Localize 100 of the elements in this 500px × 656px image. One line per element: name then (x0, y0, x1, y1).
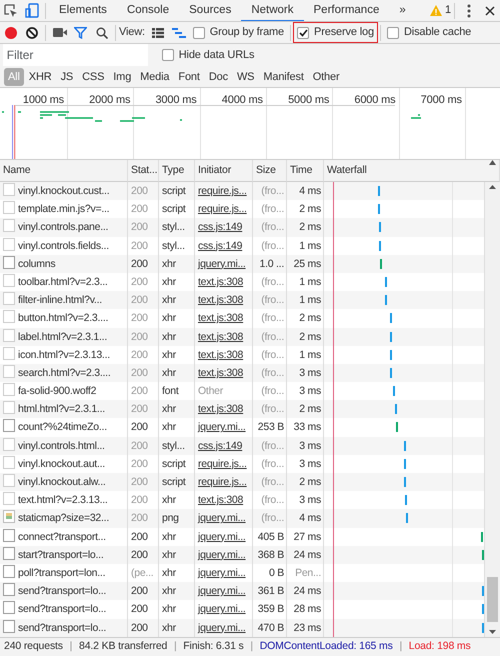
time-tick: 3000 ms (155, 93, 197, 108)
initiator-link[interactable]: jquery.mi... (198, 530, 246, 543)
type-filter[interactable]: Font (174, 68, 204, 86)
checkbox-option[interactable]: Hide data URLs (158, 46, 258, 64)
table-cell: xhr (159, 546, 195, 564)
type-filter[interactable]: Img (109, 68, 136, 86)
view-label: View: (119, 25, 145, 40)
table-cell: (fro... (253, 364, 287, 382)
table-cell: 1 ms (287, 291, 324, 310)
table-cell: (fro... (253, 473, 287, 492)
table-cell: 200 (128, 582, 159, 600)
table-cell: 200 (128, 182, 159, 200)
type-filter[interactable]: XHR (24, 68, 56, 86)
search-icon[interactable] (96, 26, 108, 38)
list-view-icon[interactable] (152, 28, 164, 38)
clear-icon[interactable] (26, 26, 38, 38)
table-cell: 3 ms (287, 436, 324, 455)
initiator-link[interactable]: jquery.mi... (198, 421, 246, 434)
initiator-link[interactable]: require.js... (198, 458, 247, 470)
inspect-icon[interactable] (4, 4, 18, 18)
panel-tab[interactable]: Elements (49, 0, 117, 21)
sort-ascending-icon[interactable] (489, 160, 496, 165)
column-header[interactable]: Initiator (195, 160, 253, 182)
table-cell: xhr (159, 618, 195, 637)
table-cell: 2 ms (287, 328, 324, 346)
column-header[interactable]: Type (159, 160, 195, 182)
initiator-link[interactable]: jquery.mi... (198, 603, 246, 616)
initiator-link[interactable]: require.js... (198, 203, 247, 216)
file-name[interactable]: count?%24timeZo... (18, 421, 107, 434)
separator: | (70, 638, 72, 654)
separator: | (250, 638, 253, 654)
table-cell: 200 (128, 436, 159, 455)
table-cell: 24 ms (287, 546, 324, 564)
table-cell: 200 (128, 218, 159, 237)
video-camera-icon[interactable] (52, 28, 66, 37)
panel-tab[interactable]: Sources (179, 0, 242, 21)
file-name[interactable]: button.html?v=2.3.... (18, 312, 108, 324)
table-cell: xhr (159, 291, 195, 310)
type-filter[interactable]: Other (308, 68, 344, 86)
time-tick: 2000 ms (89, 93, 130, 108)
status-text: DOMContentLoaded: 165 ms (260, 638, 393, 654)
record-icon[interactable] (4, 26, 16, 38)
column-header[interactable]: Name (0, 160, 128, 182)
time-tick: 1000 ms (22, 93, 64, 108)
file-name[interactable]: send?transport=lo... (18, 603, 106, 616)
table-cell: 25 ms (287, 254, 324, 273)
table-cell: (fro... (253, 182, 287, 200)
type-filter[interactable]: Media (136, 68, 174, 86)
panel-tab[interactable]: Console (116, 0, 180, 21)
initiator-link[interactable]: jquery.mi... (198, 566, 246, 579)
table-cell: xhr (159, 400, 195, 418)
table-cell: 200 (128, 328, 159, 346)
filter-field[interactable]: Filter (2, 44, 148, 66)
checkbox-option[interactable]: Group by frame (190, 23, 288, 42)
table-cell: 200 (128, 364, 159, 382)
initiator-link[interactable]: text.js:308 (198, 494, 244, 506)
table-cell: (fro... (253, 328, 287, 346)
device-toolbar-icon[interactable] (24, 3, 38, 18)
file-name[interactable]: vinyl.knockout.aut... (18, 458, 105, 470)
table-cell: 361 B (253, 582, 287, 600)
table-cell: (fro... (253, 218, 287, 237)
filter-icon[interactable] (74, 26, 87, 38)
file-name[interactable]: fa-solid-900.woff2 (18, 385, 96, 398)
table-cell: 368 B (253, 546, 287, 564)
table-cell: Other (198, 385, 224, 398)
column-header[interactable]: Time (287, 160, 324, 182)
file-name[interactable]: connect?transport... (18, 530, 106, 543)
more-tabs-button[interactable]: » (389, 0, 416, 21)
initiator-link[interactable]: css.js:149 (198, 240, 242, 252)
table-cell: 23 ms (287, 618, 324, 637)
file-name[interactable]: text.html?v=2.3.13... (18, 494, 108, 506)
type-filter[interactable]: CSS (78, 68, 108, 86)
close-icon[interactable] (484, 6, 494, 16)
panel-tab[interactable]: Performance (304, 0, 390, 21)
more-menu-icon[interactable] (466, 4, 470, 18)
file-name[interactable]: columns (18, 258, 56, 270)
initiator-link[interactable]: text.js:308 (198, 348, 244, 361)
waterfall-view-icon[interactable] (172, 28, 186, 38)
table-cell: 2 ms (287, 218, 324, 237)
column-header[interactable]: Size (253, 160, 287, 182)
checkmark-icon[interactable] (298, 28, 308, 36)
type-filter[interactable]: Doc (204, 68, 232, 86)
file-name[interactable]: template.min.js?v=... (18, 203, 110, 216)
file-name[interactable]: icon.html?v=2.3.13... (18, 348, 110, 361)
status-text: Load: 198 ms (408, 638, 471, 654)
file-name[interactable]: vinyl.controls.fields... (18, 240, 109, 252)
table-cell: script (159, 473, 195, 492)
file-name[interactable]: toolbar.html?v=2.3... (18, 276, 108, 288)
checkbox-option[interactable]: Preserve log (294, 23, 377, 42)
initiator-link[interactable]: text.js:308 (198, 276, 244, 288)
checkbox-option[interactable]: Disable cache (384, 23, 474, 42)
type-filter[interactable]: WS (232, 68, 258, 86)
table-cell: xhr (159, 364, 195, 382)
scrollbar-drawing[interactable] (485, 182, 500, 637)
column-header[interactable]: Stat... (128, 160, 159, 182)
file-name[interactable]: poll?transport=lon... (18, 566, 106, 579)
type-filter[interactable]: JS (56, 68, 78, 86)
type-filter[interactable]: Manifest (259, 68, 308, 86)
initiator-link[interactable]: text.js:308 (198, 312, 244, 324)
table-cell: xhr (159, 328, 195, 346)
